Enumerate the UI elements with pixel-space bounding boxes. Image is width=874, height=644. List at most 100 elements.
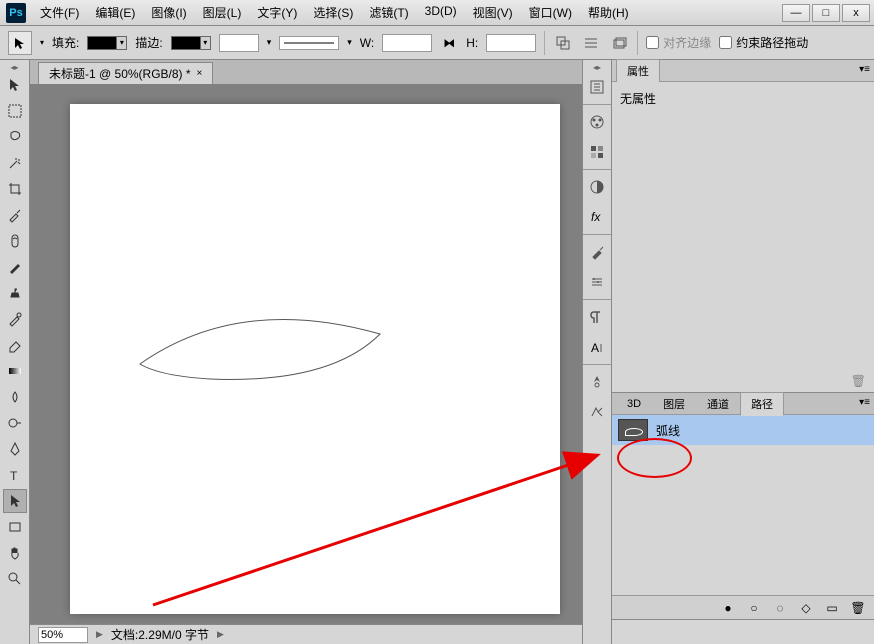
crop-tool[interactable] xyxy=(3,177,27,201)
stroke-style-dropdown[interactable]: ▾ xyxy=(347,37,352,48)
styles-panel-icon[interactable]: fx xyxy=(585,205,609,229)
path-operations-icon[interactable] xyxy=(553,33,573,53)
menu-image[interactable]: 图像(I) xyxy=(143,0,194,25)
chevron-down-icon[interactable]: ▾ xyxy=(40,38,44,47)
fill-path-icon[interactable]: ● xyxy=(720,600,736,616)
path-name-label[interactable]: 弧线 xyxy=(656,422,680,439)
clone-stamp-tool[interactable] xyxy=(3,281,27,305)
panel-menu-icon[interactable]: ▾≡ xyxy=(859,397,870,408)
menu-layer[interactable]: 图层(L) xyxy=(195,0,250,25)
document-tabs: 未标题-1 @ 50%(RGB/8) * × xyxy=(30,60,582,84)
dodge-tool[interactable] xyxy=(3,411,27,435)
text-tool[interactable]: T xyxy=(3,463,27,487)
link-icon[interactable]: ⧓ xyxy=(440,34,458,52)
minimize-button[interactable]: — xyxy=(782,4,810,22)
options-bar: ▾ 填充: ▾ 描边: ▾ ▾ ▾ W: ⧓ H: 对齐边缘 约束路径拖动 xyxy=(0,26,874,60)
healing-brush-tool[interactable] xyxy=(3,229,27,253)
pen-tool[interactable] xyxy=(3,437,27,461)
tab-3d[interactable]: 3D xyxy=(616,394,652,414)
width-input[interactable] xyxy=(382,34,432,52)
new-path-icon[interactable]: ▭ xyxy=(824,600,840,616)
stroke-swatch[interactable] xyxy=(171,36,201,50)
constrain-path-checkbox[interactable] xyxy=(719,36,732,49)
color-panel-icon[interactable] xyxy=(585,110,609,134)
panel-grip[interactable] xyxy=(583,62,611,72)
menu-window[interactable]: 窗口(W) xyxy=(521,0,580,25)
menu-view[interactable]: 视图(V) xyxy=(465,0,521,25)
brush-presets-panel-icon[interactable] xyxy=(585,270,609,294)
status-caret-icon[interactable]: ▶ xyxy=(96,629,103,640)
zoom-tool[interactable] xyxy=(3,567,27,591)
path-thumbnail[interactable] xyxy=(618,419,648,441)
tab-paths[interactable]: 路径 xyxy=(740,392,784,416)
move-tool[interactable] xyxy=(3,73,27,97)
tool-preset-picker[interactable] xyxy=(8,31,32,55)
zoom-input[interactable] xyxy=(38,627,88,643)
fill-swatch[interactable] xyxy=(87,36,117,50)
navigator-panel-icon[interactable] xyxy=(585,370,609,394)
stroke-width-input[interactable] xyxy=(219,34,259,52)
lasso-tool[interactable] xyxy=(3,125,27,149)
paragraph-panel-icon[interactable] xyxy=(585,305,609,329)
adjustments-panel-icon[interactable] xyxy=(585,175,609,199)
stroke-path-icon[interactable]: ○ xyxy=(746,600,762,616)
trash-icon[interactable]: 🗑 xyxy=(851,374,866,388)
magic-wand-tool[interactable] xyxy=(3,151,27,175)
svg-text:T: T xyxy=(10,469,18,483)
swatches-panel-icon[interactable] xyxy=(585,140,609,164)
path-item[interactable]: 弧线 xyxy=(612,415,874,445)
close-tab-icon[interactable]: × xyxy=(197,68,203,79)
menu-select[interactable]: 选择(S) xyxy=(305,0,361,25)
history-brush-tool[interactable] xyxy=(3,307,27,331)
status-caret-icon[interactable]: ▶ xyxy=(217,629,224,640)
align-edges-checkbox[interactable] xyxy=(646,36,659,49)
stroke-unit-dropdown[interactable]: ▾ xyxy=(267,37,272,48)
eraser-tool[interactable] xyxy=(3,333,27,357)
fill-label: 填充: xyxy=(52,34,79,51)
height-input[interactable] xyxy=(486,34,536,52)
no-properties-label: 无属性 xyxy=(620,92,656,106)
fill-dropdown[interactable]: ▾ xyxy=(117,36,127,50)
tab-channels[interactable]: 通道 xyxy=(696,392,740,416)
menu-help[interactable]: 帮助(H) xyxy=(580,0,637,25)
canvas[interactable] xyxy=(70,104,560,614)
brushes-panel-icon[interactable] xyxy=(585,240,609,264)
load-selection-icon[interactable]: ◌ xyxy=(772,600,788,616)
paths-panel-footer: ● ○ ◌ ◇ ▭ 🗑 xyxy=(612,595,874,619)
path-arrangement-icon[interactable] xyxy=(609,33,629,53)
make-work-path-icon[interactable]: ◇ xyxy=(798,600,814,616)
panel-grip[interactable] xyxy=(0,62,29,72)
tab-layers[interactable]: 图层 xyxy=(652,392,696,416)
path-selection-tool[interactable] xyxy=(3,489,27,513)
menu-3d[interactable]: 3D(D) xyxy=(417,0,465,25)
paths-list[interactable]: 弧线 xyxy=(612,415,874,595)
brush-tool[interactable] xyxy=(3,255,27,279)
hand-tool[interactable] xyxy=(3,541,27,565)
stroke-dropdown[interactable]: ▾ xyxy=(201,36,211,50)
tool-presets-panel-icon[interactable] xyxy=(585,400,609,424)
rectangle-tool[interactable] xyxy=(3,515,27,539)
path-alignment-icon[interactable] xyxy=(581,33,601,53)
canvas-viewport[interactable] xyxy=(30,84,582,624)
maximize-button[interactable]: □ xyxy=(812,4,840,22)
gradient-tool[interactable] xyxy=(3,359,27,383)
menu-type[interactable]: 文字(Y) xyxy=(249,0,305,25)
blur-tool[interactable] xyxy=(3,385,27,409)
character-panel-icon[interactable]: A xyxy=(585,335,609,359)
stroke-style-picker[interactable] xyxy=(279,36,339,50)
menu-edit[interactable]: 编辑(E) xyxy=(87,0,143,25)
marquee-tool[interactable] xyxy=(3,99,27,123)
document-tab[interactable]: 未标题-1 @ 50%(RGB/8) * × xyxy=(38,62,213,84)
properties-panel: 属性 ▾≡ 无属性 🗑 xyxy=(612,60,874,393)
align-edges-option[interactable]: 对齐边缘 xyxy=(646,34,711,51)
close-button[interactable]: x xyxy=(842,4,870,22)
menu-file[interactable]: 文件(F) xyxy=(32,0,87,25)
tab-properties[interactable]: 属性 xyxy=(616,59,660,83)
eyedropper-tool[interactable] xyxy=(3,203,27,227)
menu-filter[interactable]: 滤镜(T) xyxy=(361,0,416,25)
constrain-path-option[interactable]: 约束路径拖动 xyxy=(719,34,808,51)
history-panel-icon[interactable] xyxy=(585,75,609,99)
document-area: 未标题-1 @ 50%(RGB/8) * × ▶ 文档:2.29M/0 字节 ▶ xyxy=(30,60,582,644)
delete-path-icon[interactable]: 🗑 xyxy=(850,600,866,616)
panel-menu-icon[interactable]: ▾≡ xyxy=(859,64,870,75)
